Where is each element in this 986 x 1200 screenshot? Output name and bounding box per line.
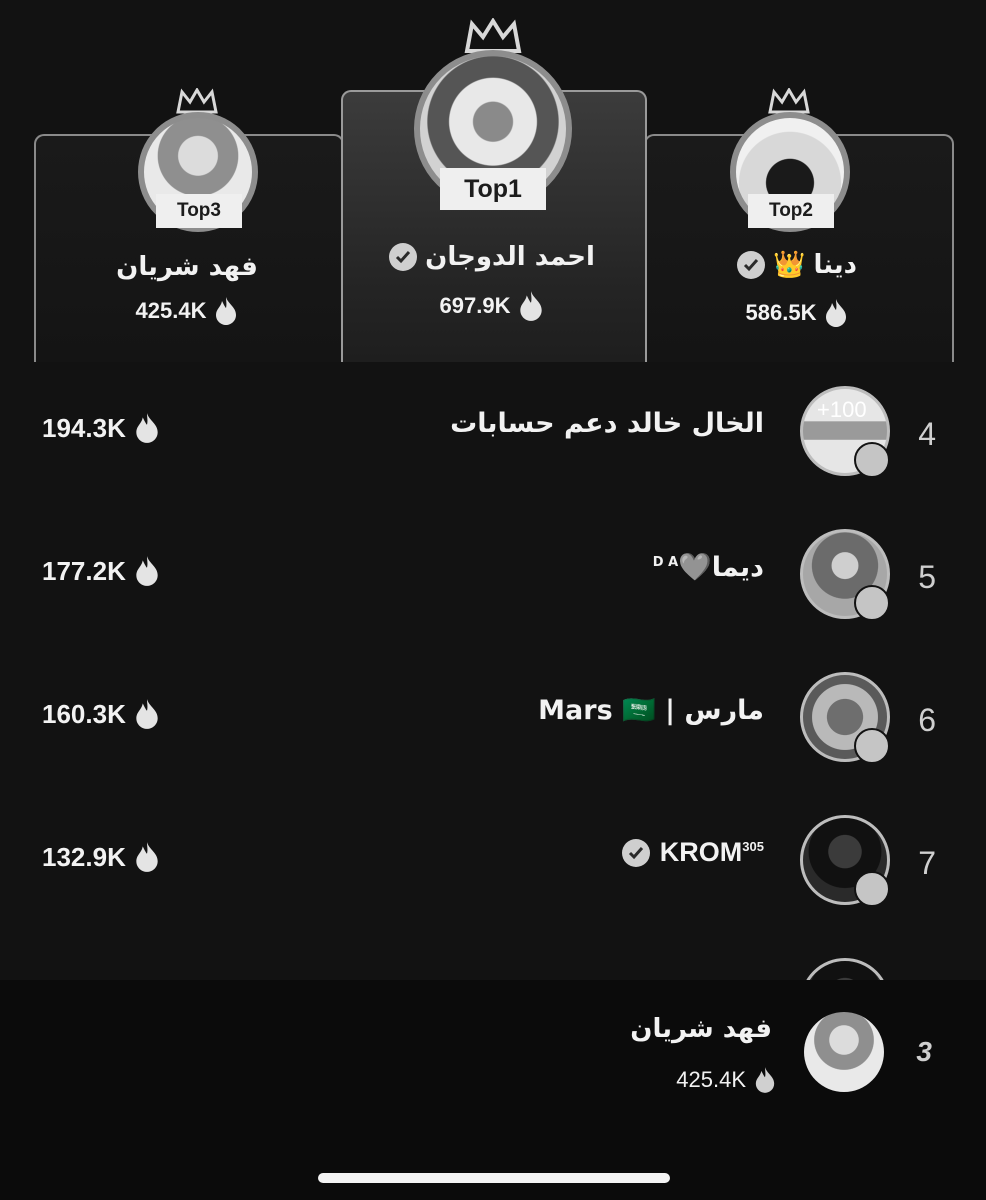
crown-icon [768,88,810,114]
rank-number: 4 [918,416,936,452]
crown-icon [464,18,522,53]
rank-number: 5 [918,559,936,595]
live-icon [854,871,890,907]
list-item[interactable]: 4 +100 الخال خالد دعم حسابات 194.3K [0,386,986,506]
rank-number: 6 [918,702,936,738]
flame-icon [520,291,543,321]
live-icon [854,585,890,621]
top1-name: احمد الدوجان [341,242,643,272]
current-user-bar[interactable]: 3 فهد شريان 425.4K [0,980,986,1200]
flame-icon [216,297,237,325]
crown-icon [176,88,218,114]
user-score: 177.2K [42,555,160,587]
user-score: 132.9K [42,841,160,873]
flame-icon [136,413,158,443]
top1-label: Top1 [440,168,546,210]
flame-icon [136,556,158,586]
user-score: 194.3K [42,412,160,444]
rank-number: 7 [918,845,936,881]
flame-icon [826,299,847,327]
user-name: ديما🩶D A [652,552,764,583]
list-item[interactable]: 6 مارس | Mars 🇸🇦 160.3K [0,672,986,792]
top3-score: 425.4K [34,296,340,326]
verified-icon [737,251,766,279]
list-item[interactable]: 7 KROM305 132.9K [0,815,986,935]
current-user-avatar[interactable] [804,1012,884,1092]
user-score: 160.3K [42,698,160,730]
current-user-score: 425.4K [676,1066,776,1094]
current-user-name: فهد شريان [630,1014,772,1044]
verified-icon [389,243,418,271]
top1-score: 697.9K [341,290,643,322]
live-icon [854,728,890,764]
live-icon [854,442,890,478]
top3-label: Top3 [156,194,242,228]
top2-score: 586.5K [644,298,950,328]
user-name: KROM305 [621,837,764,868]
list-item[interactable]: 5 ديما🩶D A 177.2K [0,529,986,649]
top2-name: دينا 👑 [644,250,950,280]
current-user-rank: 3 [916,1036,932,1067]
flame-icon [136,699,158,729]
verified-icon [621,838,650,867]
user-name: مارس | Mars 🇸🇦 [538,695,764,726]
flame-icon [136,842,158,872]
top3-name: فهد شريان [116,252,258,282]
user-name: الخال خالد دعم حسابات [450,408,764,439]
flame-icon [755,1067,775,1093]
top2-label: Top2 [748,194,834,228]
home-indicator[interactable] [318,1173,670,1183]
avatar-text: +100 [817,397,867,422]
